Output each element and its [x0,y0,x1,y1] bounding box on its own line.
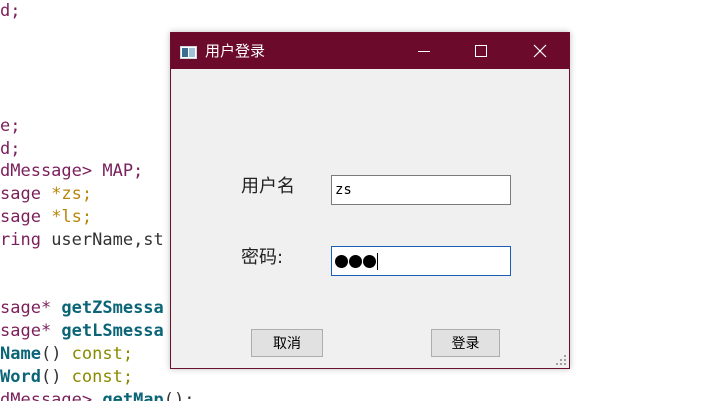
code-token: d; [0,139,21,159]
resize-grip-icon[interactable] [556,355,566,365]
code-token: Word [0,367,41,387]
code-line: Word() const; [0,366,133,389]
password-mask [335,254,376,268]
username-value: zs [335,182,352,198]
password-dot [349,254,362,268]
username-label: 用户名 [241,176,295,197]
maximize-icon [475,45,487,57]
password-label: 密码: [241,247,284,268]
code-token: () [40,367,72,387]
code-token: dMessage> [0,390,103,401]
password-dot [335,254,348,268]
code-line: d; [0,138,20,161]
cancel-button[interactable]: 取消 [251,329,323,357]
code-token: dMessage> MAP; [0,161,144,181]
code-token: getLSmessa [61,321,164,341]
code-line: sage *zs; [0,183,92,206]
text-caret [377,252,378,270]
login-dialog: 用户登录 用户名 zs 密码: 取消 登录 [170,32,570,369]
code-token: const; [71,344,134,364]
code-line: Name() const; [0,343,133,366]
code-line: ring userName,st [0,229,164,252]
minimize-button[interactable] [401,33,447,69]
code-token: getZSmessa [61,298,164,318]
dialog-title: 用户登录 [205,42,266,60]
code-token: () [40,344,72,364]
code-line: e; [0,115,20,138]
minimize-icon [418,51,430,52]
dialog-titlebar[interactable]: 用户登录 [171,33,569,69]
password-dot [363,254,376,268]
code-token: const; [71,367,134,387]
code-token: sage* [0,321,62,341]
code-line: dMessage> MAP; [0,160,143,183]
code-token: d; [0,1,21,21]
code-line: sage* getZSmessa [0,297,164,320]
code-line: d; [0,0,20,23]
code-token: getMap [102,390,164,401]
code-token: e; [0,116,21,136]
code-token: ring [0,230,52,250]
code-token: sage [0,184,52,204]
close-button[interactable] [517,33,563,69]
code-token: userName,st [51,230,164,250]
password-input[interactable] [331,246,511,276]
code-line: sage *ls; [0,206,92,229]
code-token: *zs; [51,184,93,204]
dialog-client-area: 用户名 zs 密码: 取消 登录 [171,69,569,368]
maximize-button[interactable] [458,33,504,69]
code-line: sage* getLSmessa [0,320,164,343]
code-token: sage* [0,298,62,318]
close-icon [533,44,547,58]
username-input[interactable]: zs [331,175,511,205]
code-token: sage [0,207,52,227]
window-app-icon [180,44,197,59]
code-token: *ls; [51,207,93,227]
code-token: Name [0,344,41,364]
code-line: dMessage> getMap(); [0,389,195,401]
login-button[interactable]: 登录 [431,329,500,357]
code-token: (); [163,390,195,401]
